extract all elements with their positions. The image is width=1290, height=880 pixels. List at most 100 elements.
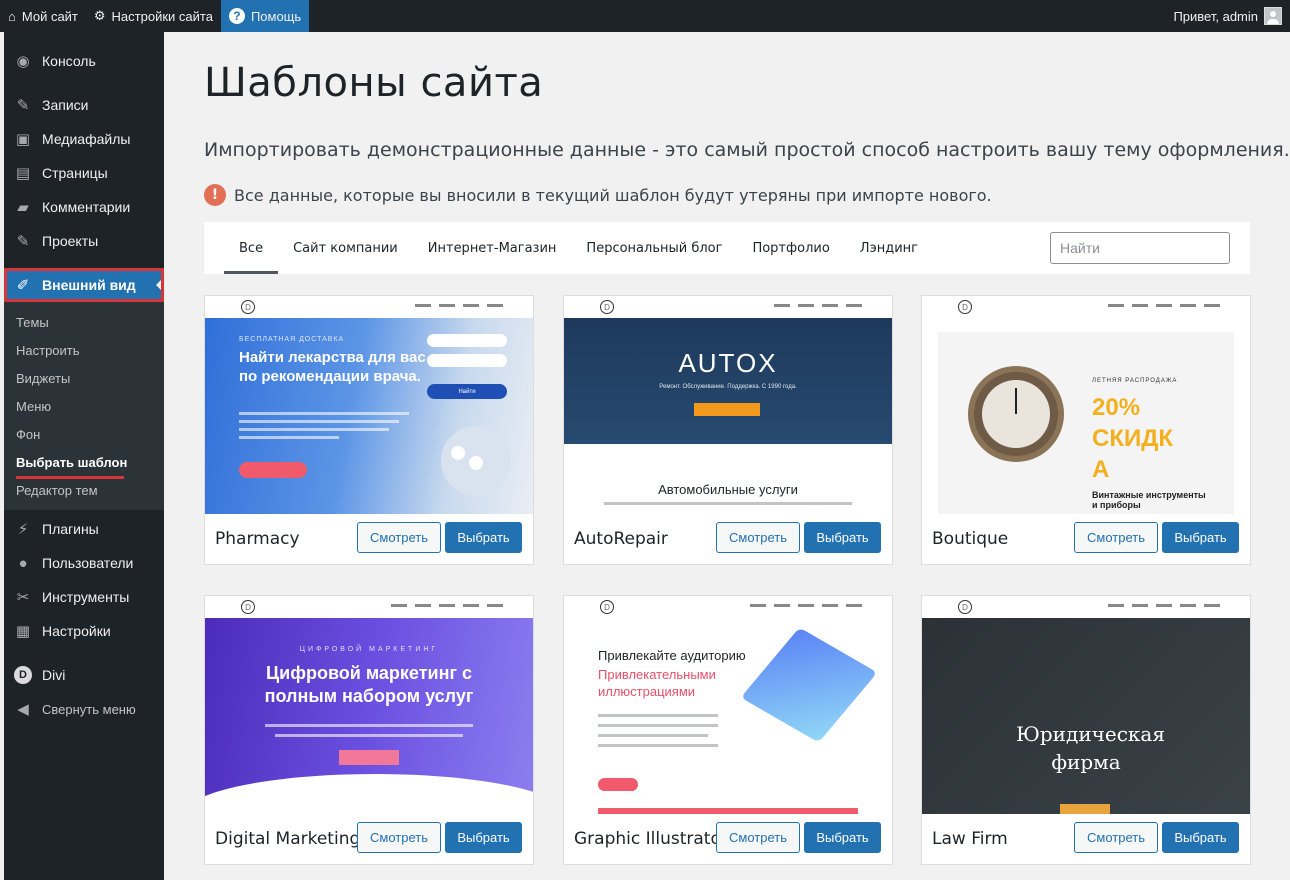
divi-logo-icon: D bbox=[600, 600, 614, 614]
template-preview[interactable]: D AUTOX Ремонт. Обслуживание. Поддержка.… bbox=[564, 296, 892, 514]
template-preview[interactable]: D Привлекайте аудиторию Привлекательными… bbox=[564, 596, 892, 814]
dashboard-icon: ◉ bbox=[16, 53, 30, 70]
select-button[interactable]: Выбрать bbox=[1162, 522, 1239, 553]
select-button[interactable]: Выбрать bbox=[804, 822, 881, 853]
site-settings-menu[interactable]: ⚙ Настройки сайта bbox=[86, 0, 221, 32]
sidebar-item-divi[interactable]: D Divi bbox=[4, 658, 164, 692]
preview-form-field bbox=[427, 354, 507, 367]
preview-nav: D bbox=[564, 596, 892, 618]
preview-form-field bbox=[427, 334, 507, 347]
preview-nav: D bbox=[922, 296, 1250, 318]
preview-nav: D bbox=[205, 296, 533, 318]
view-button[interactable]: Смотреть bbox=[716, 822, 800, 853]
sidebar-item-tools[interactable]: ✂ Инструменты bbox=[4, 580, 164, 614]
appearance-submenu: Темы Настроить Виджеты Меню Фон Выбрать … bbox=[4, 302, 164, 510]
submenu-widgets[interactable]: Виджеты bbox=[4, 364, 164, 392]
template-card-law-firm: D Юридическая фирма Law Firm Смотреть Вы… bbox=[921, 595, 1251, 865]
template-card-pharmacy: D БЕСПЛАТНАЯ ДОСТАВКА Найти лекарства дл… bbox=[204, 295, 534, 565]
sidebar-item-console[interactable]: ◉ Консоль bbox=[4, 44, 164, 78]
template-name: Digital Marketing bbox=[215, 829, 361, 849]
preview-accent-text: Привлекательными иллюстрациями bbox=[598, 667, 716, 699]
card-footer: Boutique Смотреть Выбрать bbox=[922, 514, 1250, 564]
sidebar-item-pages[interactable]: ▤ Страницы bbox=[4, 156, 164, 190]
warning-icon: ! bbox=[204, 184, 226, 206]
tab-company-site[interactable]: Сайт компании bbox=[278, 222, 413, 274]
account-menu[interactable]: Привет, admin bbox=[1173, 7, 1290, 25]
submenu-themes[interactable]: Темы bbox=[4, 308, 164, 336]
template-card-digital-marketing: D ЦИФРОВОЙ МАРКЕТИНГ Цифровой маркетинг … bbox=[204, 595, 534, 865]
preview-headline: Юридическая фирма bbox=[1016, 722, 1165, 774]
collapse-icon: ◀ bbox=[17, 701, 29, 718]
preview-cta bbox=[1060, 804, 1110, 814]
template-preview[interactable]: D ЦИФРОВОЙ МАРКЕТИНГ Цифровой маркетинг … bbox=[205, 596, 533, 814]
preview-subtitle: Ремонт. Обслуживание. Поддержка. С 1990 … bbox=[659, 384, 797, 390]
view-button[interactable]: Смотреть bbox=[1074, 822, 1158, 853]
view-button[interactable]: Смотреть bbox=[357, 822, 441, 853]
submenu-theme-editor[interactable]: Редактор тем bbox=[4, 476, 164, 504]
preview-headline: Привлекайте аудиторию bbox=[598, 648, 746, 663]
preview-clock-hand bbox=[1015, 388, 1017, 414]
collapse-menu-button[interactable]: ◀ Свернуть меню bbox=[4, 692, 164, 726]
preview-pill bbox=[469, 456, 483, 470]
tab-personal-blog[interactable]: Персональный блог bbox=[571, 222, 737, 274]
divi-logo-icon: D bbox=[600, 300, 614, 314]
greeting: Привет, admin bbox=[1173, 8, 1258, 24]
template-preview[interactable]: D ЛЕТНЯЯ РАСПРОДАЖА 20% СКИДК А Винтажны… bbox=[922, 296, 1250, 514]
sidebar-item-media[interactable]: ▣ Медиафайлы bbox=[4, 122, 164, 156]
view-button[interactable]: Смотреть bbox=[357, 522, 441, 553]
sidebar-item-label: Плагины bbox=[42, 521, 99, 537]
sidebar-item-appearance[interactable]: ✐ Внешний вид bbox=[4, 268, 164, 302]
warning-notice: ! Все данные, которые вы вносили в текущ… bbox=[204, 184, 992, 206]
select-button[interactable]: Выбрать bbox=[1162, 822, 1239, 853]
submenu-choose-template[interactable]: Выбрать шаблон bbox=[4, 448, 164, 476]
sidebar-item-plugins[interactable]: ⚡ Плагины bbox=[4, 512, 164, 546]
tab-online-store[interactable]: Интернет-Магазин bbox=[413, 222, 572, 274]
sidebar-item-label: Проекты bbox=[42, 233, 99, 249]
sidebar-item-comments[interactable]: ▰ Комментарии bbox=[4, 190, 164, 224]
tab-all[interactable]: Все bbox=[224, 222, 279, 274]
tab-landing[interactable]: Лэндинг bbox=[845, 222, 933, 274]
tab-portfolio[interactable]: Портфолио bbox=[737, 222, 844, 274]
comment-icon: ▰ bbox=[17, 199, 29, 216]
preview-hero bbox=[922, 618, 1250, 814]
preview-text-line bbox=[598, 734, 708, 737]
sidebar-item-label: Консоль bbox=[42, 53, 96, 69]
pin-icon: ✎ bbox=[16, 233, 30, 250]
view-button[interactable]: Смотреть bbox=[716, 522, 800, 553]
help-menu[interactable]: ? Помощь bbox=[220, 0, 310, 32]
template-name: Graphic Illustrator bbox=[574, 829, 728, 849]
submenu-customize[interactable]: Настроить bbox=[4, 336, 164, 364]
main-content: Шаблоны сайта Импортировать демонстрацио… bbox=[164, 32, 1290, 880]
template-preview[interactable]: D Юридическая фирма bbox=[922, 596, 1250, 814]
preview-cta bbox=[339, 750, 399, 765]
select-button[interactable]: Выбрать bbox=[804, 522, 881, 553]
divi-logo-icon: D bbox=[958, 300, 972, 314]
card-footer: Digital Marketing Смотреть Выбрать bbox=[205, 814, 533, 864]
template-preview[interactable]: D БЕСПЛАТНАЯ ДОСТАВКА Найти лекарства дл… bbox=[205, 296, 533, 514]
admin-bar: ⌂ Мой сайт ⚙ Настройки сайта ? Помощь Пр… bbox=[0, 0, 1290, 32]
preview-text-line bbox=[598, 714, 718, 717]
page-title: Шаблоны сайта bbox=[204, 60, 544, 106]
submenu-menus[interactable]: Меню bbox=[4, 392, 164, 420]
my-site-menu[interactable]: ⌂ Мой сайт bbox=[0, 0, 86, 32]
view-button[interactable]: Смотреть bbox=[1074, 522, 1158, 553]
template-name: Pharmacy bbox=[215, 529, 300, 549]
sidebar-item-label: Медиафайлы bbox=[42, 131, 131, 147]
template-search-input[interactable] bbox=[1050, 232, 1230, 264]
sidebar-item-settings[interactable]: ▦ Настройки bbox=[4, 614, 164, 648]
preview-nav: D bbox=[564, 296, 892, 318]
select-button[interactable]: Выбрать bbox=[445, 522, 522, 553]
preview-text-line bbox=[604, 502, 852, 505]
select-button[interactable]: Выбрать bbox=[445, 822, 522, 853]
page-description: Импортировать демонстрационные данные - … bbox=[204, 139, 1290, 161]
submenu-background[interactable]: Фон bbox=[4, 420, 164, 448]
sidebar-item-projects[interactable]: ✎ Проекты bbox=[4, 224, 164, 258]
sidebar-item-users[interactable]: ● Пользователи bbox=[4, 546, 164, 580]
preview-illustration bbox=[740, 627, 878, 743]
current-item-underline bbox=[16, 476, 124, 479]
sidebar-item-posts[interactable]: ✎ Записи bbox=[4, 88, 164, 122]
sidebar-item-label: Настройки bbox=[42, 623, 111, 639]
sidebar-item-label: Внешний вид bbox=[42, 277, 136, 293]
preview-hero bbox=[564, 318, 892, 444]
avatar bbox=[1264, 7, 1282, 25]
